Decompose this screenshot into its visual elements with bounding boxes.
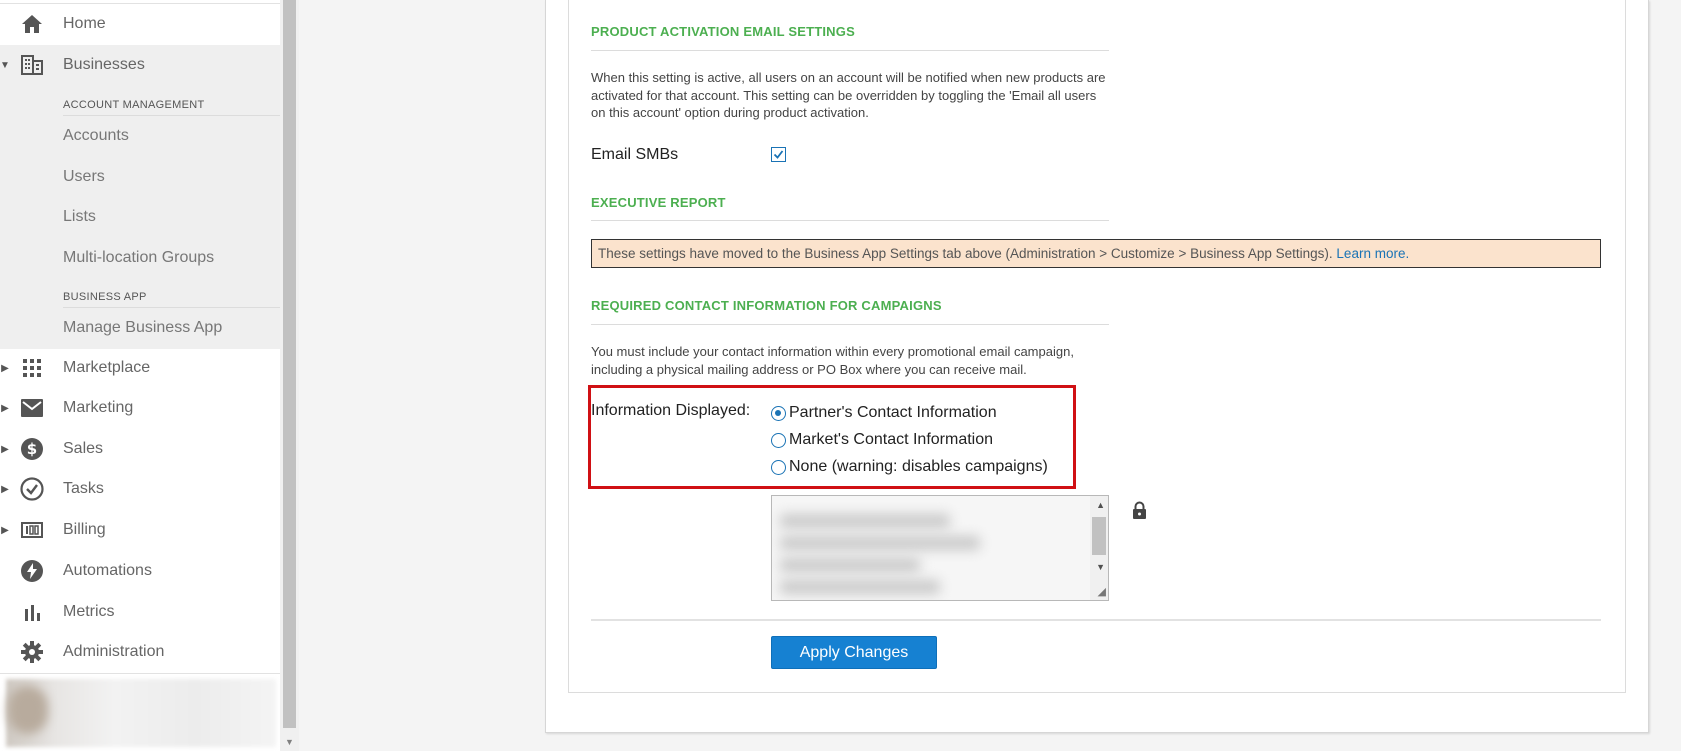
- apply-changes-button[interactable]: Apply Changes: [771, 636, 937, 669]
- radio-button[interactable]: [771, 405, 786, 421]
- sidebar-item-label: Tasks: [63, 480, 104, 497]
- gear-icon: [20, 640, 44, 664]
- sidebar-scrollbar-thumb[interactable]: [283, 0, 296, 728]
- notice-text: These settings have moved to the Busines…: [598, 246, 1333, 261]
- scroll-down-arrow-icon[interactable]: ▼: [280, 734, 299, 751]
- radio-button[interactable]: [771, 459, 786, 475]
- section-header-account-management: ACCOUNT MANAGEMENT: [63, 99, 205, 111]
- sidebar-item-marketing[interactable]: ▶ Marketing: [0, 388, 280, 428]
- sidebar-item-users[interactable]: Users: [63, 168, 105, 186]
- radio-label: Partner's Contact Information: [789, 404, 997, 421]
- check-circle-icon: [20, 477, 44, 501]
- sidebar-item-label: Marketplace: [63, 359, 151, 376]
- contact-info-textarea[interactable]: ▲ ▼ ◢: [771, 495, 1109, 601]
- sidebar-item-home[interactable]: Home: [0, 4, 280, 44]
- radio-partner-contact[interactable]: Partner's Contact Information: [771, 404, 997, 422]
- caret-right-icon: ▶: [1, 402, 9, 414]
- sidebar-item-label: Marketing: [63, 399, 134, 416]
- caret-right-icon: ▶: [1, 443, 9, 455]
- caret-down-icon: ▼: [0, 59, 10, 71]
- divider: [591, 324, 1109, 325]
- textarea-scrollbar-thumb[interactable]: [1092, 517, 1106, 555]
- contact-info-description: You must include your contact informatio…: [591, 344, 1074, 377]
- scroll-up-arrow-icon[interactable]: ▲: [1096, 500, 1105, 510]
- divider: [63, 307, 280, 308]
- sidebar-item-administration[interactable]: Administration: [0, 632, 280, 672]
- avatar[interactable]: [8, 686, 48, 734]
- caret-right-icon: ▶: [1, 483, 9, 495]
- sidebar-item-marketplace[interactable]: ▶ Marketplace: [0, 348, 280, 388]
- divider: [63, 115, 280, 116]
- radio-button[interactable]: [771, 432, 786, 448]
- section-header-business-app: BUSINESS APP: [63, 291, 147, 303]
- executive-report-notice: These settings have moved to the Busines…: [591, 239, 1601, 268]
- product-activation-description: When this setting is active, all users o…: [591, 70, 1106, 120]
- sidebar-item-label: Sales: [63, 440, 104, 457]
- section-title-contact-info: REQUIRED CONTACT INFORMATION FOR CAMPAIG…: [591, 298, 942, 313]
- dollar-icon: $: [20, 437, 44, 461]
- sidebar-item-label: Automations: [63, 562, 152, 579]
- sidebar-item-automations[interactable]: Automations: [0, 551, 280, 591]
- radio-none[interactable]: None (warning: disables campaigns): [771, 458, 1048, 476]
- caret-right-icon: ▶: [1, 524, 9, 536]
- divider: [591, 220, 1109, 221]
- divider: [591, 50, 1109, 51]
- sidebar-item-label: Administration: [63, 643, 165, 660]
- blurred-text: [780, 580, 940, 594]
- sidebar-item-label: Billing: [63, 521, 106, 538]
- sidebar-item-metrics[interactable]: Metrics: [0, 592, 280, 632]
- sidebar-item-label: Metrics: [63, 603, 115, 620]
- building-icon: [20, 53, 44, 77]
- blurred-text: [780, 558, 920, 572]
- lock-icon[interactable]: [1132, 501, 1147, 525]
- checkmark-icon: [773, 150, 784, 159]
- radio-label: Market's Contact Information: [789, 431, 994, 448]
- section-title-product-activation: PRODUCT ACTIVATION EMAIL SETTINGS: [591, 24, 855, 39]
- sidebar-item-accounts[interactable]: Accounts: [63, 127, 129, 145]
- sidebar-item-label: Businesses: [63, 56, 145, 73]
- divider: [0, 673, 280, 674]
- blurred-text: [780, 514, 950, 528]
- sidebar-item-manage-business-app[interactable]: Manage Business App: [63, 319, 222, 337]
- svg-text:$: $: [27, 440, 37, 458]
- blurred-text: [780, 536, 980, 550]
- mail-icon: [20, 396, 44, 420]
- sidebar-item-billing[interactable]: ▶ Billing: [0, 510, 280, 550]
- bolt-icon: [20, 559, 44, 583]
- bar-chart-icon: [20, 600, 44, 624]
- resize-handle-icon[interactable]: ◢: [1098, 585, 1106, 598]
- sidebar-item-businesses[interactable]: ▼ Businesses: [0, 45, 280, 85]
- sidebar-item-tasks[interactable]: ▶ Tasks: [0, 469, 280, 509]
- email-smbs-checkbox[interactable]: [771, 147, 786, 162]
- radio-label: None (warning: disables campaigns): [789, 458, 1048, 475]
- sidebar: Home ▼ Businesses ACCOUNT MANAGEMENT Acc…: [0, 0, 280, 751]
- radio-market-contact[interactable]: Market's Contact Information: [771, 431, 993, 449]
- grid-icon: [20, 356, 44, 380]
- sidebar-item-lists[interactable]: Lists: [63, 208, 96, 226]
- section-title-executive-report: EXECUTIVE REPORT: [591, 195, 726, 210]
- sidebar-item-label: Home: [63, 15, 106, 32]
- divider: [591, 619, 1601, 621]
- email-smbs-label: Email SMBs: [591, 146, 679, 163]
- sidebar-item-multi-location-groups[interactable]: Multi-location Groups: [63, 249, 214, 267]
- learn-more-link[interactable]: Learn more.: [1336, 246, 1409, 261]
- scroll-down-arrow-icon[interactable]: ▼: [1096, 562, 1105, 572]
- information-displayed-label: Information Displayed:: [591, 402, 751, 419]
- billing-icon: [20, 518, 44, 542]
- sidebar-item-sales[interactable]: ▶ $ Sales: [0, 429, 280, 469]
- caret-right-icon: ▶: [1, 362, 9, 374]
- home-icon: [20, 12, 44, 36]
- businesses-group: ▼ Businesses ACCOUNT MANAGEMENT Accounts…: [0, 45, 280, 349]
